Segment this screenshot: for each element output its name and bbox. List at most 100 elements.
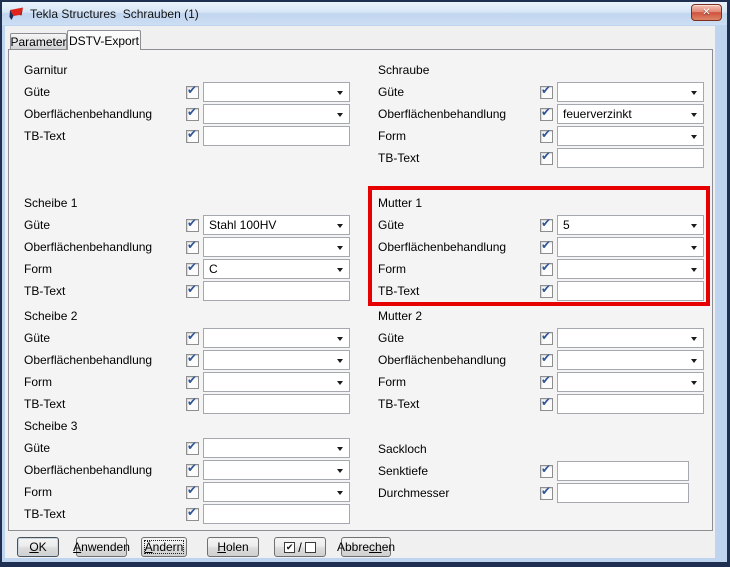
garnitur-tb-text-input[interactable] — [203, 126, 350, 146]
button-label: OK — [29, 540, 46, 554]
check-icon: ✔ — [187, 482, 198, 497]
tab-parameter[interactable]: Parameter — [10, 33, 67, 49]
schraube-oberflaechenbehandlung-checkbox[interactable]: ✔ — [540, 105, 553, 121]
label-text: nwenden — [81, 540, 130, 554]
scheibe2-tb-text-row: TB-Text ✔ — [24, 393, 350, 415]
scheibe1-guete-combo[interactable]: Stahl 100HV — [203, 215, 350, 235]
schraube-form-combo[interactable] — [557, 126, 704, 146]
garnitur-guete-combo[interactable] — [203, 82, 350, 102]
garnitur-tb-text-label: TB-Text — [24, 129, 66, 143]
tekla-dialog-window: Tekla Structures Schrauben (1) ✕ Paramet… — [0, 0, 730, 567]
scheibe1-tb-text-input[interactable] — [203, 281, 350, 301]
section-title-scheibe2: Scheibe 2 — [24, 309, 78, 323]
mutter1-guete-combo[interactable]: 5 — [557, 215, 704, 235]
mutter1-guete-checkbox[interactable]: ✔ — [540, 216, 553, 232]
scheibe3-guete-checkbox[interactable]: ✔ — [186, 438, 199, 455]
scheibe2-tb-text-input[interactable] — [203, 394, 350, 414]
mutter2-form-checkbox[interactable]: ✔ — [540, 372, 553, 389]
section-garnitur: Garnitur Güte ✔ Oberflächenbehandlung ✔ … — [24, 59, 350, 147]
mutter1-tb-text-input[interactable] — [557, 281, 704, 301]
tab-dstv-export[interactable]: DSTV-Export — [67, 30, 141, 50]
sackloch-senktiefe-checkbox[interactable]: ✔ — [540, 462, 553, 478]
scheibe3-oberflaechenbehandlung-combo[interactable] — [203, 460, 350, 480]
schraube-tb-text-input[interactable] — [557, 148, 704, 168]
scheibe3-tb-text-input[interactable] — [203, 504, 350, 524]
scheibe1-oberflaechenbehandlung-checkbox[interactable]: ✔ — [186, 238, 199, 254]
schraube-guete-combo[interactable] — [557, 82, 704, 102]
scheibe1-form-checkbox[interactable]: ✔ — [186, 260, 199, 276]
scheibe2-form-row: Form ✔ — [24, 371, 350, 393]
schraube-oberflaechenbehandlung-combo[interactable]: feuerverzinkt — [557, 104, 704, 124]
section-title-schraube: Schraube — [378, 63, 430, 77]
mutter1-oberflaechenbehandlung-checkbox[interactable]: ✔ — [540, 237, 553, 254]
mutter2-oberflaechenbehandlung-row: Oberflächenbehandlung ✔ — [378, 349, 704, 371]
scheibe3-guete-combo[interactable] — [203, 438, 350, 458]
chevron-down-icon — [691, 246, 697, 250]
mutter1-form-combo[interactable] — [557, 259, 704, 279]
anwenden-button[interactable]: Anwenden — [73, 537, 130, 557]
scheibe3-tb-text-checkbox[interactable]: ✔ — [186, 505, 199, 521]
scheibe3-form-checkbox[interactable]: ✔ — [186, 482, 199, 499]
scheibe2-tb-text-checkbox[interactable]: ✔ — [186, 395, 199, 411]
close-button[interactable]: ✕ — [691, 4, 722, 21]
sackloch-durchmesser-label: Durchmesser — [378, 486, 450, 500]
scheibe2-form-combo[interactable] — [203, 372, 350, 392]
garnitur-guete-checkbox[interactable]: ✔ — [186, 83, 199, 99]
scheibe3-form-combo[interactable] — [203, 482, 350, 502]
mutter2-form-combo[interactable] — [557, 372, 704, 392]
scheibe1-oberflaechenbehandlung-row: Oberflächenbehandlung ✔ — [24, 236, 350, 258]
scheibe3-oberflaechenbehandlung-checkbox[interactable]: ✔ — [186, 461, 199, 477]
label-text: Abbre — [336, 540, 369, 554]
garnitur-tb-text-checkbox[interactable]: ✔ — [186, 127, 199, 143]
schraube-oberflaechenbehandlung-row: Oberflächenbehandlung ✔ feuerverzinkt — [378, 103, 704, 125]
scheibe1-form-row: Form ✔ C — [24, 258, 350, 280]
mutter2-tb-text-checkbox[interactable]: ✔ — [540, 395, 553, 411]
ok-button[interactable]: OK — [17, 537, 59, 557]
check-icon: ✔ — [541, 259, 552, 274]
mutter2-guete-combo[interactable] — [557, 328, 704, 348]
holen-button[interactable]: Holen — [207, 537, 259, 557]
button-label: Abbrechen — [337, 540, 395, 554]
section-scheibe3: Scheibe 3 Güte ✔ Oberflächenbehandlung ✔… — [24, 415, 350, 525]
scheibe1-form-combo[interactable]: C — [203, 259, 350, 279]
scheibe2-oberflaechenbehandlung-combo[interactable] — [203, 350, 350, 370]
section-mutter2: Mutter 2 Güte ✔ Oberflächenbehandlung ✔ … — [378, 305, 704, 415]
check-icon: ✔ — [541, 281, 552, 296]
dialog-client-area: Parameter DSTV-Export Garnitur Güte ✔ Ob… — [5, 26, 715, 558]
scheibe3-oberflaechenbehandlung-label: Oberflächenbehandlung — [24, 463, 153, 477]
sackloch-durchmesser-input[interactable] — [557, 483, 689, 503]
mutter2-guete-checkbox[interactable]: ✔ — [540, 329, 553, 345]
mutter2-oberflaechenbehandlung-checkbox[interactable]: ✔ — [540, 351, 553, 367]
toggle-all-checkboxes-button[interactable]: ✔ / — [274, 537, 326, 557]
sackloch-senktiefe-input[interactable] — [557, 461, 689, 481]
chevron-down-icon — [691, 268, 697, 272]
mutter2-oberflaechenbehandlung-combo[interactable] — [557, 350, 704, 370]
scheibe2-oberflaechenbehandlung-checkbox[interactable]: ✔ — [186, 351, 199, 367]
mutter2-guete-label: Güte — [378, 331, 405, 345]
scheibe1-tb-text-checkbox[interactable]: ✔ — [186, 282, 199, 298]
check-icon: ✔ — [541, 237, 552, 252]
aendern-button[interactable]: Ändern — [141, 537, 187, 557]
schraube-form-checkbox[interactable]: ✔ — [540, 127, 553, 143]
scheibe2-form-checkbox[interactable]: ✔ — [186, 373, 199, 389]
garnitur-oberflaechenbehandlung-checkbox[interactable]: ✔ — [186, 105, 199, 121]
scheibe1-guete-checkbox[interactable]: ✔ — [186, 216, 199, 232]
check-icon: ✔ — [187, 438, 198, 453]
mutter1-tb-text-label: TB-Text — [378, 284, 420, 298]
garnitur-oberflaechenbehandlung-combo[interactable] — [203, 104, 350, 124]
scheibe2-guete-combo[interactable] — [203, 328, 350, 348]
mutter2-tb-text-input[interactable] — [557, 394, 704, 414]
schraube-guete-checkbox[interactable]: ✔ — [540, 83, 553, 99]
check-icon: ✔ — [541, 372, 552, 387]
mutter1-form-label: Form — [378, 262, 406, 276]
mutter1-form-checkbox[interactable]: ✔ — [540, 259, 553, 276]
abbrechen-button[interactable]: Abbrechen — [337, 537, 395, 557]
scheibe2-guete-checkbox[interactable]: ✔ — [186, 329, 199, 345]
mutter1-tb-text-checkbox[interactable]: ✔ — [540, 281, 553, 298]
titlebar[interactable]: Tekla Structures Schrauben (1) ✕ — [2, 2, 728, 25]
mutter1-oberflaechenbehandlung-label: Oberflächenbehandlung — [378, 240, 507, 254]
schraube-tb-text-checkbox[interactable]: ✔ — [540, 149, 553, 165]
scheibe1-oberflaechenbehandlung-combo[interactable] — [203, 237, 350, 257]
sackloch-durchmesser-checkbox[interactable]: ✔ — [540, 484, 553, 500]
mutter1-oberflaechenbehandlung-combo[interactable] — [557, 237, 704, 257]
